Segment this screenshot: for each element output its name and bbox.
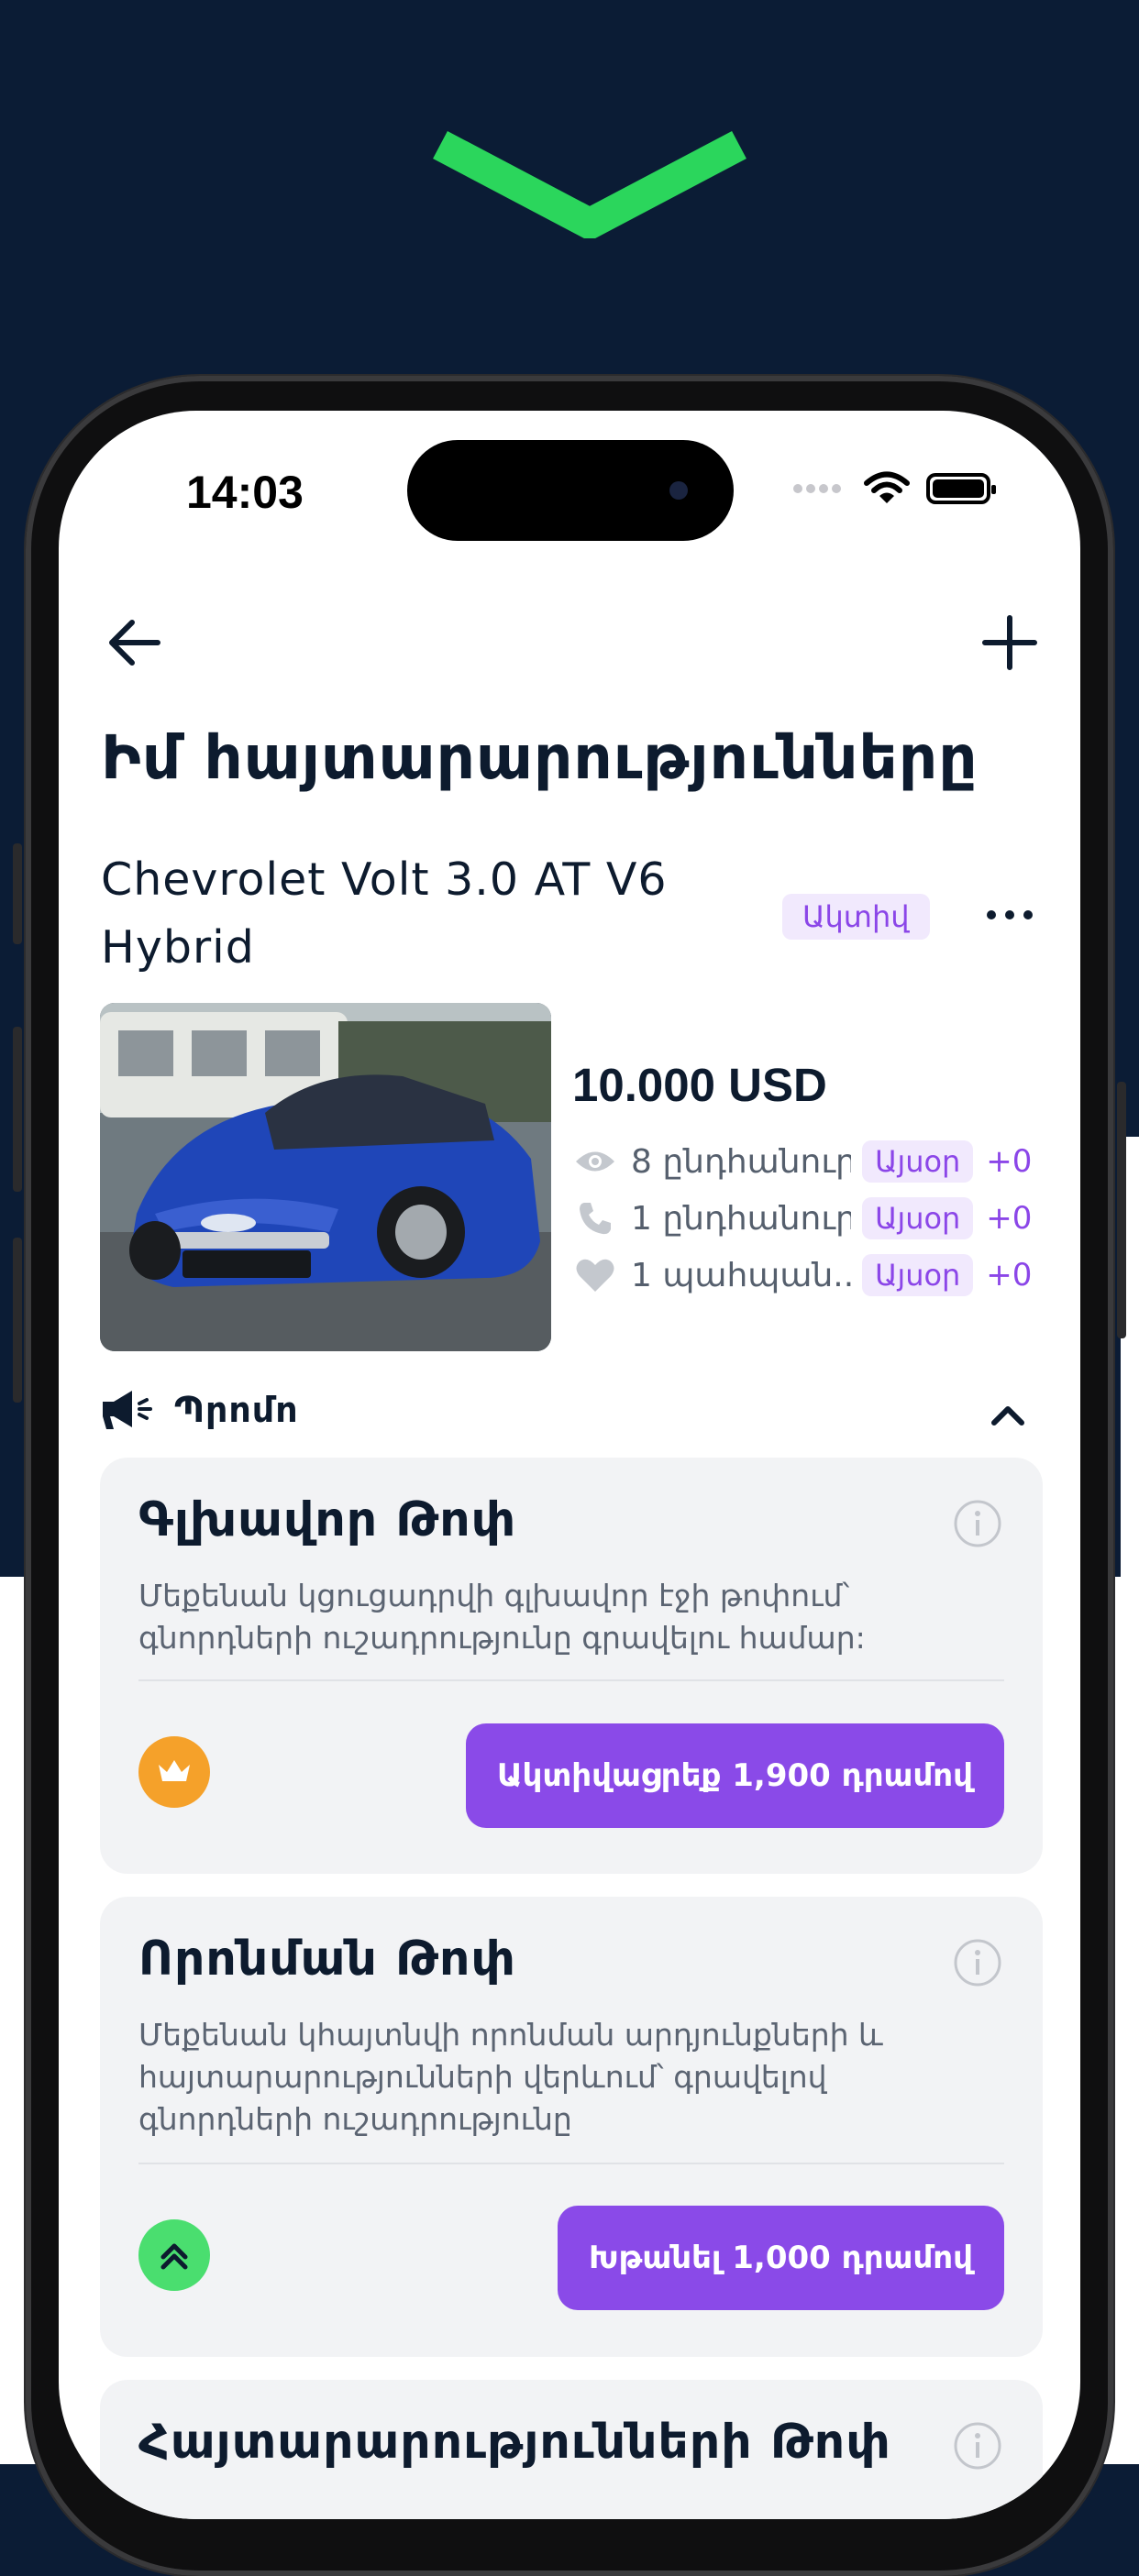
plus-icon[interactable] — [978, 611, 1042, 675]
more-options-icon[interactable] — [978, 887, 1042, 942]
card-title: Գլխավոր Թոփ — [138, 1492, 517, 1547]
crown-icon — [138, 1736, 210, 1808]
card-description: Մեքենան կցուցադրվի գլխավոր էջի թոփում՝ գ… — [138, 1578, 866, 1656]
stat-delta: +0 — [986, 1257, 1033, 1294]
card-title: Հայտարարությունների Թոփ — [138, 2415, 891, 2470]
boost-search-top-button[interactable]: Խթանել 1,000 դրամով — [557, 2206, 1004, 2310]
status-time: 14:03 — [186, 467, 304, 518]
stat-delta: +0 — [986, 1143, 1033, 1180]
back-arrow-icon[interactable] — [103, 611, 167, 675]
today-badge: Այսօր — [862, 1254, 974, 1296]
promo-card-listings-top: Հայտարարությունների Թոփ — [100, 2380, 1043, 2519]
today-badge: Այսօր — [862, 1197, 974, 1239]
status-badge: Ակտիվ — [782, 894, 930, 940]
status-icons — [792, 466, 996, 512]
today-badge: Այսօր — [862, 1140, 974, 1183]
phone-side-button — [13, 843, 22, 944]
info-icon[interactable] — [953, 1938, 1002, 1987]
promo-card-search-top: Որոնման Թոփ Մեքենան կհայտնվի որոնման արդ… — [100, 1897, 1043, 2357]
phone-screen: 14:03 Իմ հայտարարությունները Chevrolet V… — [59, 411, 1080, 2519]
phone-icon — [572, 1195, 618, 1241]
phone-volume-up-button — [13, 1027, 22, 1192]
card-title: Որոնման Թոփ — [138, 1932, 516, 1987]
camera-icon — [669, 481, 688, 500]
chevron-up-icon[interactable] — [985, 1392, 1031, 1437]
phone-volume-down-button — [13, 1238, 22, 1403]
car-photo[interactable] — [100, 1003, 551, 1351]
stat-label: 8 ընդհանուր — [631, 1142, 851, 1181]
stat-label: 1 պահպան... — [631, 1256, 851, 1294]
info-icon[interactable] — [953, 1499, 1002, 1548]
stat-label: 1 ընդհանուր — [631, 1199, 851, 1238]
card-description: Մեքենան կհայտնվի որոնման արդյունքների և … — [138, 2017, 883, 2137]
battery-icon — [926, 473, 996, 504]
card-divider — [138, 2163, 1004, 2164]
megaphone-icon — [103, 1391, 152, 1429]
card-divider — [138, 1679, 1004, 1681]
eye-icon — [572, 1139, 618, 1184]
double-chevron-up-icon — [138, 2219, 210, 2291]
stat-delta: +0 — [986, 1200, 1033, 1237]
dynamic-island — [407, 440, 734, 541]
wifi-icon — [864, 471, 910, 503]
page-title: Իմ հայտարարությունները — [101, 722, 979, 793]
info-icon[interactable] — [953, 2421, 1002, 2471]
promo-header[interactable]: Պրոմո — [101, 1382, 299, 1437]
listing-title[interactable]: Chevrolet Volt 3.0 AT V6 Hybrid — [101, 846, 706, 982]
stat-row-saves: 1 պահպան... Այսօր +0 — [572, 1252, 1032, 1298]
stat-row-views: 8 ընդհանուր Այսօր +0 — [572, 1139, 1032, 1184]
signal-icon — [793, 484, 841, 493]
car-image — [100, 1003, 551, 1351]
promo-label: Պրոմո — [174, 1390, 299, 1430]
activate-main-top-button[interactable]: Ակտիվացրեք 1,900 դրամով — [466, 1723, 1004, 1828]
stat-row-calls: 1 ընդհանուր Այսօր +0 — [572, 1195, 1032, 1241]
listing-price: 10.000 USD — [572, 1059, 827, 1111]
heart-icon — [572, 1252, 618, 1298]
promo-card-main-top: Գլխավոր Թոփ Մեքենան կցուցադրվի գլխավոր է… — [100, 1458, 1043, 1874]
phone-power-button — [1117, 1082, 1126, 1338]
chevron-down-icon — [433, 130, 746, 238]
